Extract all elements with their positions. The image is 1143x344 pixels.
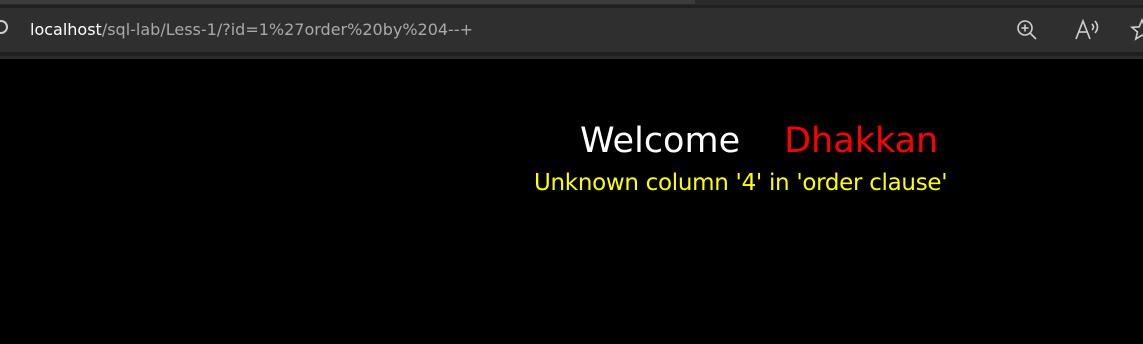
zoom-in-icon[interactable] (1015, 18, 1039, 42)
read-aloud-icon[interactable] (1074, 18, 1099, 42)
favorite-star-icon[interactable] (1129, 17, 1143, 42)
page-content (0, 59, 1143, 344)
welcome-heading: Welcome Dhakkan (580, 120, 938, 162)
welcome-text: Welcome (580, 121, 741, 161)
url-host: localhost (30, 20, 102, 39)
browser-toolbar: localhost/sql-lab/Less-1/?id=1%27order%2… (0, 0, 1143, 58)
user-name: Dhakkan (784, 121, 939, 161)
active-tab[interactable] (0, 0, 695, 4)
sql-error-message: Unknown column '4' in 'order clause' (534, 170, 948, 196)
url-path: /sql-lab/Less-1/?id=1%27order%20by%204--… (101, 20, 474, 39)
url-field[interactable]: localhost/sql-lab/Less-1/?id=1%27order%2… (30, 20, 473, 40)
